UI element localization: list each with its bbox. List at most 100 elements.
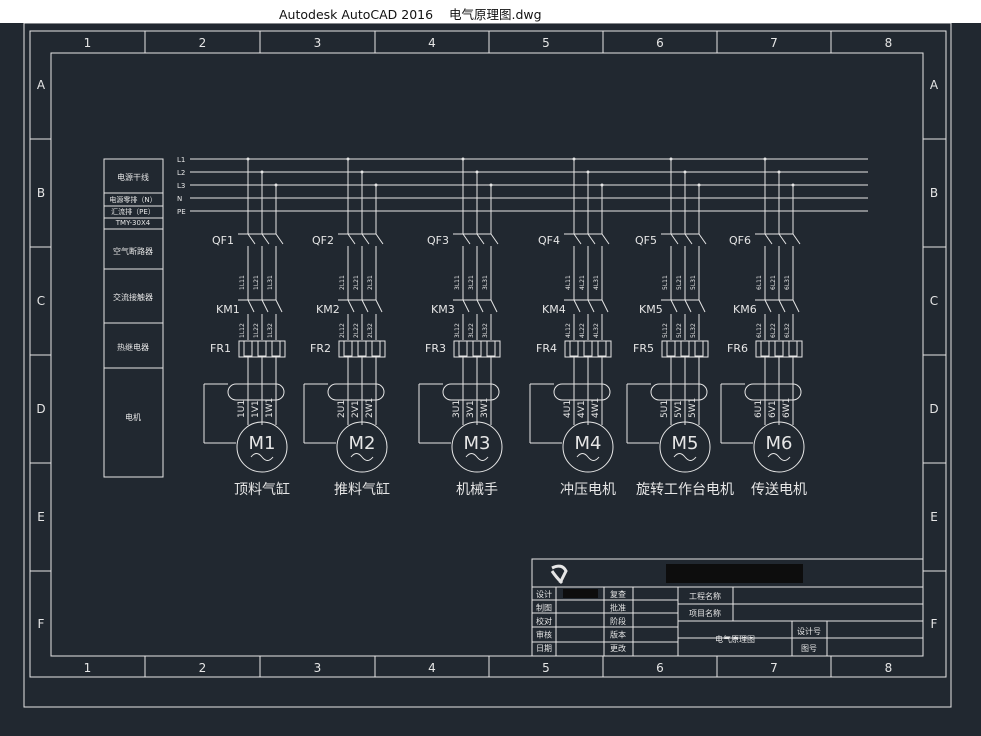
thermal-element (472, 340, 482, 357)
breaker-contact (247, 233, 256, 245)
column-label-top: 6 (656, 36, 664, 50)
title-block-label: 版本 (610, 630, 626, 640)
breaker-contact (573, 233, 582, 245)
thermal-element (243, 340, 253, 357)
motor-name: 顶料气缸 (234, 481, 290, 498)
bus-label: N (177, 195, 182, 203)
motor-name: 旋转工作台电机 (636, 482, 734, 498)
terminal-label: 2L22 (353, 323, 360, 338)
bus-tap (475, 170, 479, 174)
terminal-label: 3V1 (466, 400, 476, 418)
drawing-title: 电气原理图 (715, 634, 755, 644)
breaker-label: QF6 (729, 234, 751, 247)
legend-item: 热继电器 (117, 342, 149, 352)
motor-name: 机械手 (456, 482, 498, 498)
column-label-top: 3 (314, 36, 322, 50)
thermal-relay-label: FR5 (633, 342, 654, 355)
thermal-relay-label: FR6 (727, 342, 748, 355)
bus-tap (461, 157, 465, 161)
contactor-contact (462, 299, 470, 313)
ac-wave-icon (767, 453, 791, 461)
legend-item: 汇流排（PE） (111, 207, 155, 216)
contactor-contact (261, 299, 269, 313)
terminal-label: 5W1 (688, 398, 698, 418)
legend-item: TMY-30X4 (115, 219, 151, 227)
contactor-contact (375, 299, 383, 313)
contactor-contact (490, 299, 498, 313)
title-block-label: 校对 (536, 616, 552, 626)
terminal-label: 6L22 (770, 323, 777, 338)
contactor-label: KM4 (542, 303, 566, 316)
legend-item: 交流接触器 (113, 292, 153, 302)
column-label-top: 7 (770, 36, 778, 50)
terminal-label: 4L32 (593, 323, 600, 338)
breaker-label: QF1 (212, 234, 234, 247)
terminal-label: 2L31 (367, 275, 374, 290)
motor-label: M4 (575, 433, 602, 454)
bus-tap (600, 183, 604, 187)
thermal-relay-label: FR1 (210, 342, 231, 355)
terminal-label: 5L21 (676, 275, 683, 290)
terminal-label: 4L11 (565, 275, 572, 290)
bus-tap (763, 157, 767, 161)
breaker-label: QF4 (538, 234, 560, 247)
title-block-label: 阶段 (610, 616, 626, 626)
thermal-relay-box (564, 340, 612, 358)
terminal-label: 5L31 (690, 275, 697, 290)
terminal-label: 4L21 (579, 275, 586, 290)
terminal-label: 1L22 (253, 323, 260, 338)
contactor-contact (792, 299, 800, 313)
contactor-contact (778, 299, 786, 313)
redacted-company-name (666, 564, 803, 583)
legend-item: 电源零排（N） (109, 195, 156, 204)
terminal-label: 6L21 (770, 275, 777, 290)
breaker-contact (476, 233, 485, 245)
column-label-top: 1 (84, 36, 92, 50)
column-label-top: 4 (428, 36, 436, 50)
breaker-label: QF5 (635, 234, 657, 247)
row-label-right: C (930, 294, 938, 308)
breaker-contact (684, 233, 693, 245)
thermal-element (666, 340, 676, 357)
column-label-bottom: 1 (84, 661, 92, 675)
terminal-label: 4V1 (577, 400, 587, 418)
ac-wave-icon (250, 453, 274, 461)
legend-item: 空气断路器 (113, 246, 153, 256)
ac-wave-icon (465, 453, 489, 461)
title-block-label: 项目名称 (689, 608, 721, 618)
terminal-label: 1U1 (237, 400, 247, 418)
thermal-element (458, 340, 468, 357)
bus-tap (669, 157, 673, 161)
column-label-bottom: 2 (199, 661, 207, 675)
contactor-contact (275, 299, 283, 313)
contactor-contact (764, 299, 772, 313)
title-block-label: 日期 (536, 644, 552, 653)
motor-label: M2 (349, 433, 376, 454)
row-label-right: B (930, 186, 938, 200)
drawing-canvas[interactable]: 1 1 2 2 3 3 4 4 5 5 6 6 7 7 8 8 A A B B C C D D E E F F 电源干线电源零排（N） 汇… (0, 23, 981, 736)
breaker-contact (764, 233, 773, 245)
terminal-label: 3L22 (468, 323, 475, 338)
thermal-element (343, 340, 353, 357)
terminal-label: 2L32 (367, 323, 374, 338)
row-label-left: C (37, 294, 45, 308)
row-label-right: D (929, 402, 938, 416)
row-label-left: A (37, 78, 46, 92)
motor-label: M3 (464, 433, 491, 454)
terminal-label: 6L12 (756, 323, 763, 338)
bus-label: L2 (177, 169, 185, 177)
bus-tap (374, 183, 378, 187)
breaker-contact (375, 233, 384, 245)
motor-name: 推料气缸 (334, 481, 390, 498)
breaker-label: QF3 (427, 234, 449, 247)
terminal-label: 1W1 (265, 398, 275, 418)
contactor-label: KM2 (316, 303, 340, 316)
thermal-element (583, 340, 593, 357)
terminal-label: 6U1 (754, 400, 764, 418)
company-logo-icon (550, 564, 568, 585)
thermal-element (257, 340, 267, 357)
title-block-label: 工程名称 (689, 591, 721, 601)
thermal-element (680, 340, 690, 357)
breaker-contact (261, 233, 270, 245)
terminal-label: 3L32 (482, 323, 489, 338)
